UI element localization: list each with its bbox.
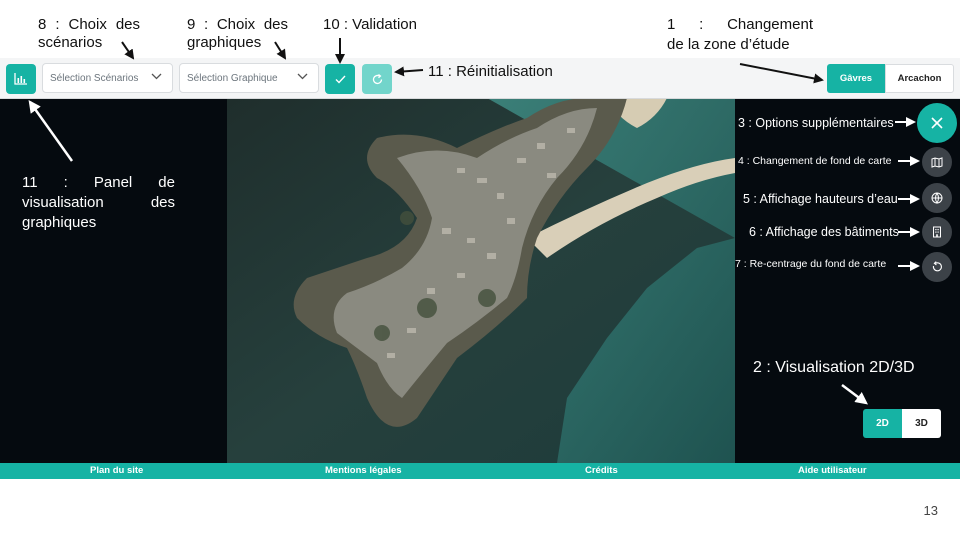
annotation-8-line1: 8 : Choix des	[38, 16, 140, 33]
annotation-2: 2 : Visualisation 2D/3D	[753, 359, 915, 376]
arrow-9	[274, 41, 287, 60]
arrow-11-panel	[28, 99, 74, 162]
annotation-11-panel-line3: graphiques	[22, 214, 97, 231]
annotation-1-line1: 1 : Changement	[667, 16, 813, 33]
footer-bar: Plan du site Mentions légales Crédits Ai…	[0, 463, 960, 479]
annotation-8-line2: scénarios	[38, 34, 103, 51]
annotation-3: 3 : Options supplémentaires	[738, 116, 894, 130]
basemap-button[interactable]	[922, 147, 952, 177]
annotation-5: 5 : Affichage hauteurs d’eau	[743, 192, 898, 206]
footer-link-site-map[interactable]: Plan du site	[90, 463, 143, 479]
water-height-button[interactable]	[922, 183, 952, 213]
annotation-9-line2: graphiques	[187, 34, 262, 51]
globe-icon	[931, 192, 943, 204]
annotation-9-line1: 9 : Choix des	[187, 16, 288, 33]
annotation-7: 7 : Re-centrage du fond de carte	[735, 258, 887, 270]
view-3d-button[interactable]: 3D	[902, 409, 941, 438]
annotation-1-line2: de la zone d’étude	[667, 36, 790, 53]
annotation-11-panel-line1: 11 : Panel de	[22, 174, 175, 191]
footer-link-user-help[interactable]: Aide utilisateur	[798, 463, 867, 479]
footer-link-credits[interactable]: Crédits	[585, 463, 618, 479]
map-icon	[931, 156, 943, 168]
buildings-button[interactable]	[922, 217, 952, 247]
options-toggle-button[interactable]	[917, 103, 957, 143]
recenter-icon	[932, 261, 942, 272]
slide-page-number: 13	[923, 503, 938, 518]
annotation-11-reset: 11 : Réinitialisation	[428, 63, 553, 80]
arrow-1	[739, 63, 824, 84]
recenter-button[interactable]	[922, 252, 952, 282]
arrow-8	[121, 41, 135, 60]
close-icon	[931, 117, 943, 129]
annotation-10: 10 : Validation	[323, 16, 417, 33]
annotation-4: 4 : Changement de fond de carte	[738, 155, 892, 167]
building-icon	[933, 226, 941, 238]
view-2d-button[interactable]: 2D	[863, 409, 902, 438]
annotation-11-panel-line2: visualisation des	[22, 194, 175, 211]
arrow-2	[841, 384, 868, 405]
arrow-11-reset	[394, 66, 424, 77]
footer-link-legal[interactable]: Mentions légales	[325, 463, 402, 479]
annotation-arrows	[28, 38, 920, 405]
annotation-6: 6 : Affichage des bâtiments	[749, 225, 899, 239]
